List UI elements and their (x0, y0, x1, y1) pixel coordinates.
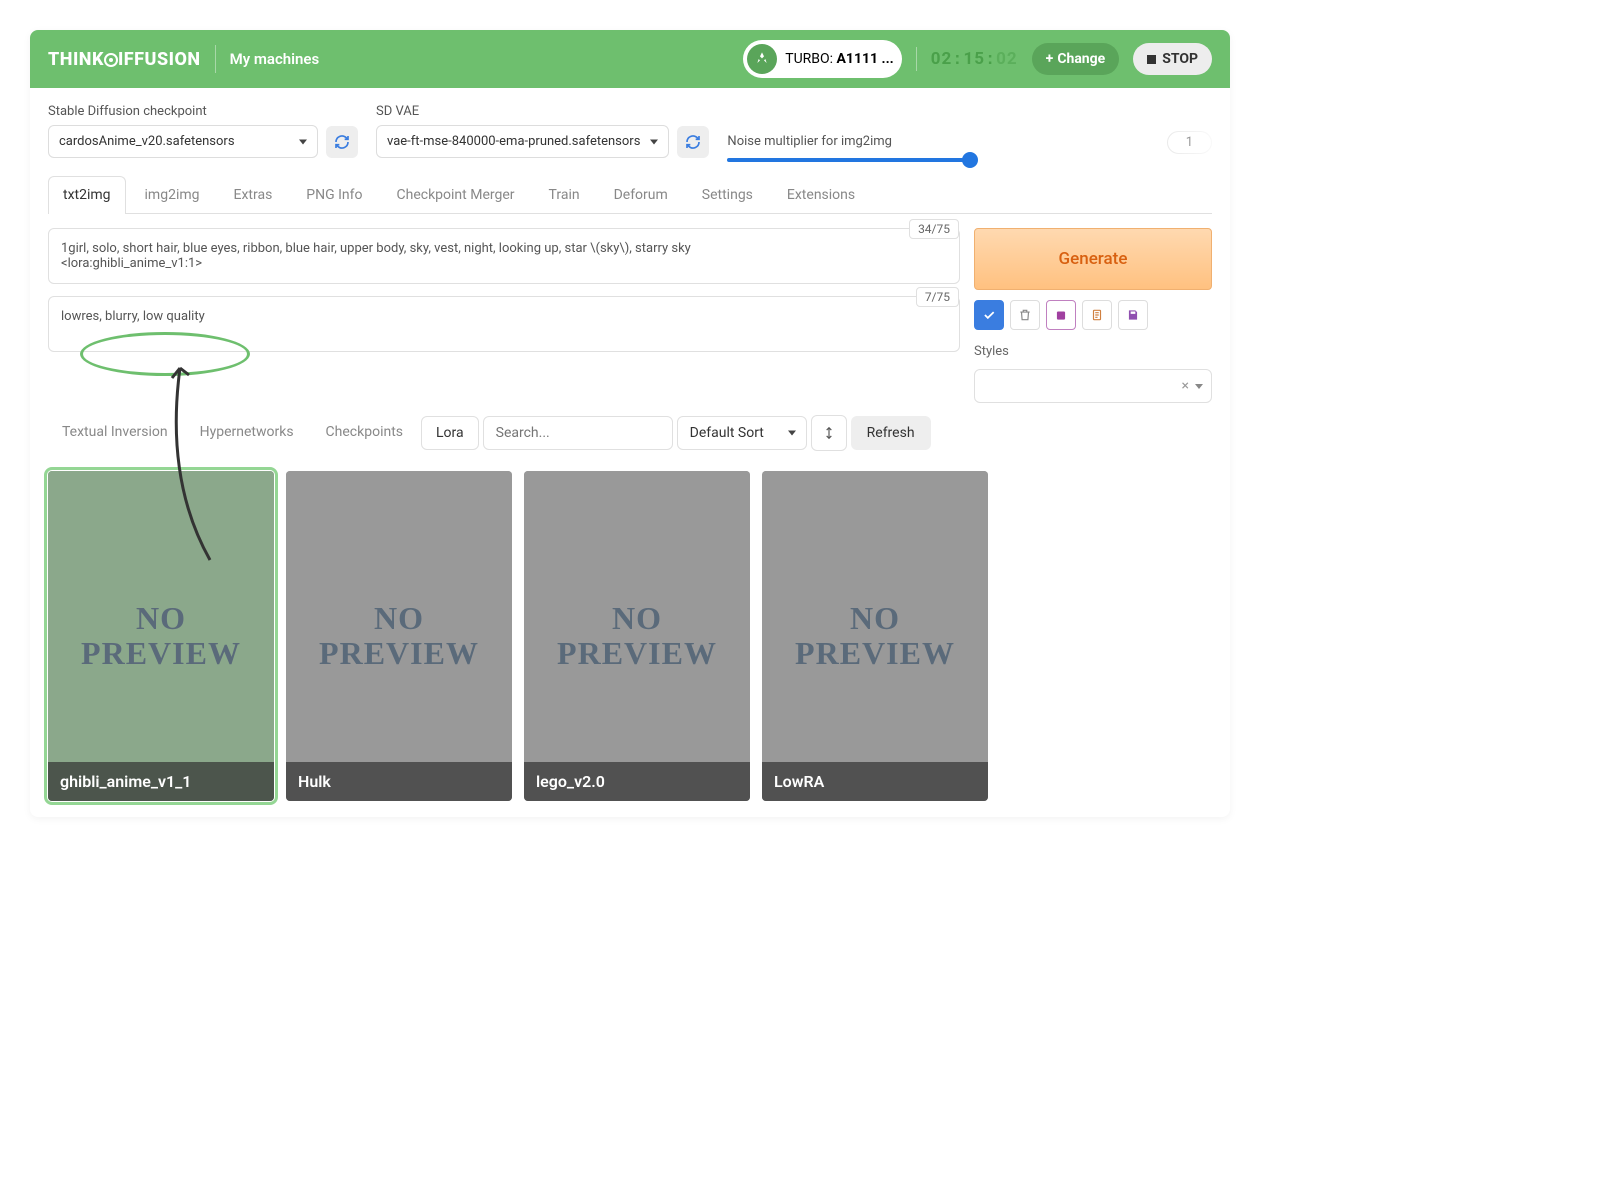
tab-deforum[interactable]: Deforum (599, 176, 683, 213)
checkpoint-dropdown[interactable]: cardosAnime_v20.safetensors (48, 125, 318, 158)
lora-card[interactable]: NO PREVIEW lego_v2.0 (524, 471, 750, 801)
no-preview-text: NO PREVIEW (557, 601, 717, 671)
card-name: LowRA (762, 762, 988, 801)
generate-button[interactable]: Generate (974, 228, 1212, 290)
extra-networks-tabs: Textual InversionHypernetworksCheckpoint… (48, 415, 1212, 451)
styles-dropdown[interactable]: × (974, 369, 1212, 403)
no-preview-text: NO PREVIEW (81, 601, 241, 671)
change-button[interactable]: + Change (1032, 43, 1120, 75)
session-timer: 02:15:02 (931, 49, 1018, 70)
lora-cards: NO PREVIEW ghibli_anime_v1_1 NO PREVIEW Hul… (48, 471, 1212, 801)
rocket-icon (747, 44, 777, 74)
noise-label: Noise multiplier for img2img (727, 134, 892, 149)
check-icon[interactable] (974, 300, 1004, 330)
divider (916, 47, 917, 71)
my-machines-link[interactable]: My machines (230, 50, 320, 68)
stop-button[interactable]: STOP (1133, 43, 1212, 75)
styles-label: Styles (974, 344, 1212, 359)
logo: THINK IFFUSION (48, 49, 201, 70)
tab-img2img[interactable]: img2img (130, 176, 215, 213)
stop-icon (1147, 55, 1156, 64)
card-name: lego_v2.0 (524, 762, 750, 801)
main-content: Stable Diffusion checkpoint cardosAnime_… (30, 88, 1230, 817)
tab-extensions[interactable]: Extensions (772, 176, 870, 213)
sort-direction-button[interactable] (811, 415, 847, 451)
plus-icon: + (1046, 51, 1054, 67)
chevron-down-icon (1195, 384, 1203, 389)
subtab-lora[interactable]: Lora (421, 416, 479, 450)
turbo-label: TURBO: A1111 ... (785, 51, 893, 67)
card-name: Hulk (286, 762, 512, 801)
trash-icon[interactable] (1010, 300, 1040, 330)
tab-png-info[interactable]: PNG Info (291, 176, 377, 213)
refresh-checkpoint-icon[interactable] (326, 126, 358, 158)
refresh-vae-icon[interactable] (677, 126, 709, 158)
search-input[interactable] (483, 416, 673, 450)
subtab-textual-inversion[interactable]: Textual Inversion (48, 416, 182, 450)
settings-row: Stable Diffusion checkpoint cardosAnime_… (48, 104, 1212, 158)
checkpoint-label: Stable Diffusion checkpoint (48, 104, 358, 119)
clear-icon[interactable]: × (1182, 378, 1189, 394)
clipboard-icon[interactable] (1082, 300, 1112, 330)
no-preview-text: NO PREVIEW (319, 601, 479, 671)
lora-card[interactable]: NO PREVIEW Hulk (286, 471, 512, 801)
positive-prompt-input[interactable]: 34/75 1girl, solo, short hair, blue eyes… (48, 228, 960, 284)
save-icon[interactable] (1118, 300, 1148, 330)
tab-train[interactable]: Train (534, 176, 595, 213)
card-name: ghibli_anime_v1_1 (48, 762, 274, 801)
subtab-checkpoints[interactable]: Checkpoints (312, 416, 417, 450)
sort-dropdown[interactable]: Default Sort (677, 416, 807, 450)
lora-card[interactable]: NO PREVIEW ghibli_anime_v1_1 (48, 471, 274, 801)
status-pill: TURBO: A1111 ... (743, 40, 901, 78)
tab-txt2img[interactable]: txt2img (48, 176, 126, 213)
main-tabs: txt2imgimg2imgExtrasPNG InfoCheckpoint M… (48, 176, 1212, 214)
tab-extras[interactable]: Extras (219, 176, 288, 213)
logo-text-think: THINK (48, 49, 104, 70)
logo-o-icon (104, 53, 118, 67)
tab-checkpoint-merger[interactable]: Checkpoint Merger (382, 176, 530, 213)
topbar: THINK IFFUSION My machines TURBO: A1111 .… (30, 30, 1230, 88)
subtab-hypernetworks[interactable]: Hypernetworks (186, 416, 308, 450)
tab-settings[interactable]: Settings (687, 176, 768, 213)
lora-card[interactable]: NO PREVIEW LowRA (762, 471, 988, 801)
logo-text-suffix: IFFUSION (118, 49, 201, 70)
noise-value-input[interactable]: 1 (1167, 131, 1212, 154)
refresh-button[interactable]: Refresh (851, 416, 931, 450)
divider (215, 45, 216, 73)
negative-token-count: 7/75 (916, 287, 959, 307)
app-window: THINK IFFUSION My machines TURBO: A1111 .… (30, 30, 1230, 817)
positive-token-count: 34/75 (909, 219, 959, 239)
no-preview-text: NO PREVIEW (795, 601, 955, 671)
vae-dropdown[interactable]: vae-ft-mse-840000-ema-pruned.safetensors (376, 125, 669, 158)
negative-prompt-input[interactable]: 7/75 lowres, blurry, low quality (48, 296, 960, 352)
slider-thumb[interactable] (962, 152, 978, 168)
folder-icon[interactable] (1046, 300, 1076, 330)
vae-label: SD VAE (376, 104, 709, 119)
